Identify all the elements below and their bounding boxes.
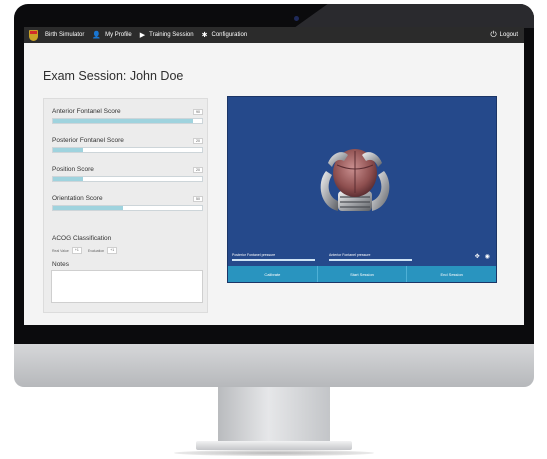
- score-posterior-fontanel: Posterior Fontanel Score 20: [52, 137, 203, 153]
- gear-icon: ✱: [201, 31, 208, 39]
- fetal-head-model: [320, 149, 390, 211]
- desktop-monitor: Birth Simulator 👤 My Profile ▶ Training …: [0, 0, 547, 459]
- nav-my-profile-label: My Profile: [105, 32, 132, 38]
- acog-real-label: Real Value: [52, 248, 69, 253]
- score-bar: [52, 205, 203, 211]
- nav-training-session[interactable]: ▶ Training Session: [140, 32, 194, 39]
- score-bar: [52, 147, 203, 153]
- acog-eval-value[interactable]: +1: [107, 247, 118, 254]
- logout-button[interactable]: ⏻ Logout: [490, 30, 518, 40]
- score-value: 50: [193, 196, 203, 202]
- logo-shield-icon[interactable]: [28, 29, 39, 42]
- nav-configuration-label: Configuration: [211, 32, 248, 38]
- play-icon: ▶: [139, 31, 146, 39]
- score-orientation: Orientation Score 50: [52, 195, 203, 211]
- score-bar: [52, 176, 203, 182]
- page-title: Exam Session: John Doe: [43, 69, 184, 83]
- nav-training-session-label: Training Session: [149, 32, 194, 38]
- user-icon: 👤: [92, 31, 102, 39]
- eye-icon[interactable]: ◉: [485, 253, 490, 260]
- posterior-pressure-label: Posterior Fontanel pressure: [232, 253, 276, 257]
- end-session-button[interactable]: End Session: [407, 266, 496, 282]
- acog-eval-label: Evaluation: [87, 248, 105, 253]
- nav-my-profile[interactable]: 👤 My Profile: [92, 32, 131, 39]
- monitor-stand-base: [196, 441, 352, 450]
- logout-label: Logout: [499, 32, 518, 38]
- posterior-pressure-bar: [232, 259, 316, 261]
- monitor-stand-neck: [218, 387, 330, 443]
- notes-textarea[interactable]: [51, 270, 203, 303]
- score-value: 20: [193, 138, 203, 144]
- camera-dot: [294, 16, 299, 21]
- score-value: 90: [193, 109, 203, 115]
- score-bar: [52, 118, 203, 124]
- score-bar-fill: [53, 177, 83, 181]
- score-label: Position Score: [52, 166, 94, 173]
- score-label: Posterior Fontanel Score: [52, 137, 124, 144]
- score-bar-fill: [53, 148, 83, 152]
- acog-real-value: +1: [71, 247, 82, 254]
- score-anterior-fontanel: Anterior Fontanel Score 90: [52, 108, 203, 124]
- nav-birth-simulator-label: Birth Simulator: [45, 32, 85, 38]
- power-icon: ⏻: [490, 30, 497, 39]
- viewer-controls: ✥ ◉: [475, 253, 490, 260]
- nav-birth-simulator[interactable]: Birth Simulator: [45, 32, 84, 38]
- app-screen: Birth Simulator 👤 My Profile ▶ Training …: [24, 27, 524, 325]
- anterior-pressure-bar: [329, 259, 413, 261]
- score-bar-fill: [53, 119, 194, 123]
- top-navigation-bar: Birth Simulator 👤 My Profile ▶ Training …: [24, 27, 524, 43]
- session-actions-bar: Calibrate Start Session End Session: [228, 266, 496, 282]
- move-icon[interactable]: ✥: [475, 253, 480, 260]
- 3d-viewer-panel[interactable]: Posterior Fontanel pressure Anterior Fon…: [227, 96, 497, 283]
- score-value: 20: [193, 167, 203, 173]
- notes-label: Notes: [52, 261, 69, 268]
- acog-values-row: Real Value +1 Evaluation +1: [52, 247, 123, 254]
- score-label: Orientation Score: [52, 195, 103, 202]
- acog-classification-title: ACOG Classification: [52, 235, 112, 242]
- monitor-chin: [14, 344, 534, 387]
- score-label: Anterior Fontanel Score: [52, 108, 121, 115]
- score-position: Position Score 20: [52, 166, 203, 182]
- bezel-glare: [294, 4, 534, 28]
- calibrate-button[interactable]: Calibrate: [228, 266, 318, 282]
- scores-panel: Anterior Fontanel Score 90 Posterior Fon…: [43, 98, 208, 313]
- start-session-button[interactable]: Start Session: [318, 266, 408, 282]
- stand-shadow: [174, 450, 374, 456]
- nav-configuration[interactable]: ✱ Configuration: [202, 32, 248, 39]
- anterior-pressure-label: Anterior Fontanel pressure: [329, 253, 371, 257]
- score-bar-fill: [53, 206, 124, 210]
